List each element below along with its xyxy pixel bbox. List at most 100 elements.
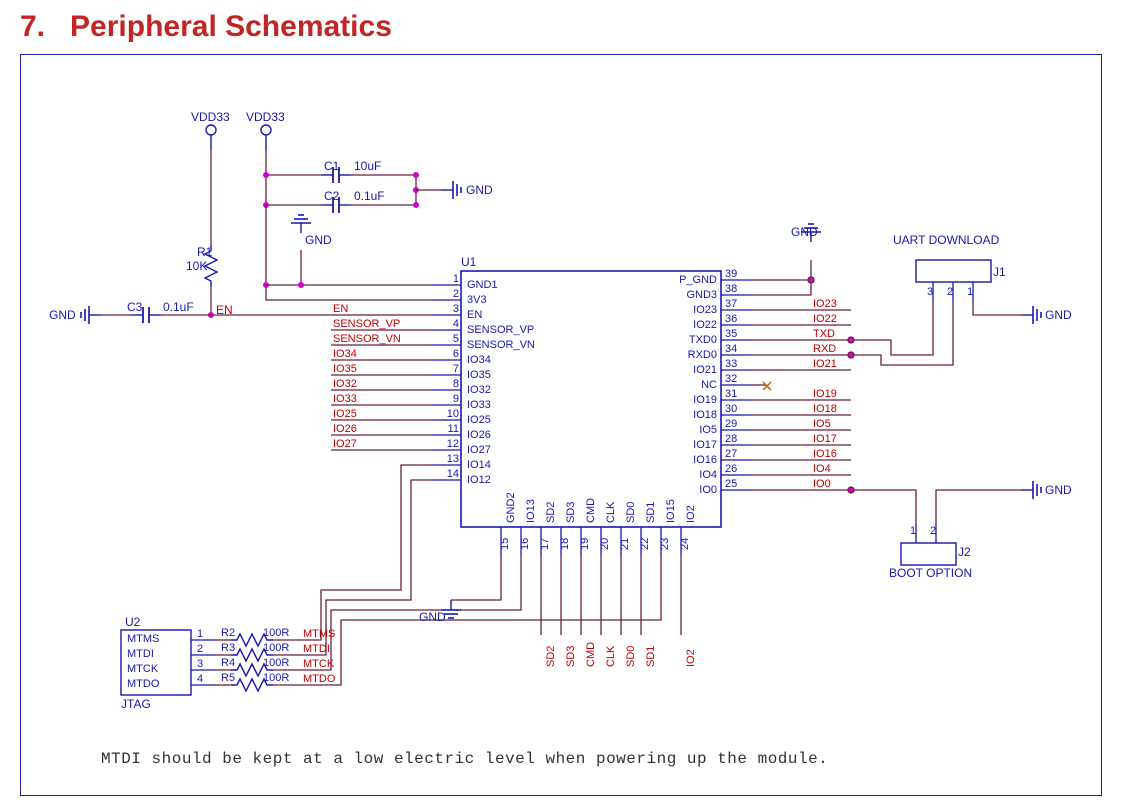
u1-pinname-33: IO21 xyxy=(641,364,717,376)
u1-net-10: IO25 xyxy=(333,408,357,420)
c3-ref: C3 xyxy=(127,300,142,314)
u2-label: JTAG xyxy=(121,697,151,711)
u1-pinnum-37: 37 xyxy=(725,298,749,310)
u1-pinnum-6: 6 xyxy=(439,348,459,360)
u1-net-20: CLK xyxy=(605,646,617,667)
u2-net-1: MTMS xyxy=(303,628,335,640)
u1-pinname-39: P_GND xyxy=(641,274,717,286)
u1-pinnum-16: 16 xyxy=(519,538,531,550)
gnd-chip-right: GND xyxy=(791,225,818,239)
u1-net-25: IO0 xyxy=(813,478,831,490)
u1-pinnum-1: 1 xyxy=(439,273,459,285)
u1-pinnum-9: 9 xyxy=(439,393,459,405)
u1-pinnum-26: 26 xyxy=(725,463,749,475)
u1-pinnum-35: 35 xyxy=(725,328,749,340)
u1-pinname-28: IO17 xyxy=(641,439,717,451)
en-net: EN xyxy=(216,303,233,317)
u1-pinname-36: IO22 xyxy=(641,319,717,331)
u1-pinnum-3: 3 xyxy=(439,303,459,315)
u1-pinname-11: IO26 xyxy=(467,429,491,441)
r1-ref: R1 xyxy=(197,245,209,259)
u1-pinname-23: IO15 xyxy=(665,499,677,523)
u2-pinnum-3: 3 xyxy=(197,658,203,670)
u1-net-3: EN xyxy=(333,303,348,315)
u1-net-18: SD3 xyxy=(565,646,577,667)
u1-pinname-27: IO16 xyxy=(641,454,717,466)
u1-pinnum-32: 32 xyxy=(725,373,749,385)
u1-pinname-22: SD1 xyxy=(645,502,657,523)
uart-p2: 2 xyxy=(947,286,953,298)
u1-pinnum-33: 33 xyxy=(725,358,749,370)
u2-pinnum-2: 2 xyxy=(197,643,203,655)
u2-pinnum-4: 4 xyxy=(197,673,203,685)
u1-net-27: IO16 xyxy=(813,448,837,460)
u1-pinname-1: GND1 xyxy=(467,279,498,291)
u1-pinnum-36: 36 xyxy=(725,313,749,325)
uart-p3: 3 xyxy=(927,286,933,298)
u1-pinnum-10: 10 xyxy=(439,408,459,420)
u1-pinname-24: IO2 xyxy=(685,505,697,523)
c3-val: 0.1uF xyxy=(163,300,194,314)
u1-net-26: IO4 xyxy=(813,463,831,475)
u1-pinname-2: 3V3 xyxy=(467,294,487,306)
u1-pinnum-12: 12 xyxy=(439,438,459,450)
u1-net-28: IO17 xyxy=(813,433,837,445)
u1-net-22: SD1 xyxy=(645,646,657,667)
u2-pinname-2: MTDI xyxy=(127,648,154,660)
r3-ref: R3 xyxy=(221,642,235,654)
r1-val: 10K xyxy=(186,259,207,273)
u1-pinnum-13: 13 xyxy=(439,453,459,465)
c1-val: 10uF xyxy=(354,159,381,173)
u2-net-2: MTDI xyxy=(303,643,330,655)
u1-net-12: IO27 xyxy=(333,438,357,450)
u1-pinname-8: IO32 xyxy=(467,384,491,396)
u1-pinname-37: IO23 xyxy=(641,304,717,316)
u1-net-34: RXD xyxy=(813,343,836,355)
r2-ref: R2 xyxy=(221,627,235,639)
schematic-svg xyxy=(21,55,1101,795)
u1-pinnum-38: 38 xyxy=(725,283,749,295)
section-heading: 7. Peripheral Schematics xyxy=(20,10,1109,44)
gnd-boot: GND xyxy=(1045,483,1072,497)
r2-val: 100R xyxy=(263,627,289,639)
u1-net-4: SENSOR_VP xyxy=(333,318,400,330)
u1-pinname-21: SD0 xyxy=(625,502,637,523)
u1-pinnum-15: 15 xyxy=(499,538,511,550)
u1-pinnum-20: 20 xyxy=(599,538,611,550)
u1-net-36: IO22 xyxy=(813,313,837,325)
u1-net-5: SENSOR_VN xyxy=(333,333,401,345)
u1-pinname-3: EN xyxy=(467,309,482,321)
u1-pinname-35: TXD0 xyxy=(641,334,717,346)
u1-pinnum-28: 28 xyxy=(725,433,749,445)
u1-net-35: TXD xyxy=(813,328,835,340)
r5-val: 100R xyxy=(263,672,289,684)
u1-pinnum-31: 31 xyxy=(725,388,749,400)
boot-ref: J2 xyxy=(958,545,971,559)
u1-pinnum-11: 11 xyxy=(439,423,459,435)
u1-net-8: IO32 xyxy=(333,378,357,390)
u1-pinnum-7: 7 xyxy=(439,363,459,375)
r4-val: 100R xyxy=(263,657,289,669)
u1-pinname-31: IO19 xyxy=(641,394,717,406)
gnd-uart: GND xyxy=(1045,308,1072,322)
u1-pinnum-14: 14 xyxy=(439,468,459,480)
u1-pinname-20: CLK xyxy=(605,502,617,523)
u2-pinname-1: MTMS xyxy=(127,633,159,645)
boot-p2: 2 xyxy=(930,525,936,537)
u1-pinname-9: IO33 xyxy=(467,399,491,411)
boot-label: BOOT OPTION xyxy=(889,566,972,580)
u1-net-19: CMD xyxy=(585,642,597,667)
c2-val: 0.1uF xyxy=(354,189,385,203)
u1-pinnum-29: 29 xyxy=(725,418,749,430)
u1-pinname-17: SD2 xyxy=(545,502,557,523)
r5-ref: R5 xyxy=(221,672,235,684)
u2-net-3: MTCK xyxy=(303,658,334,670)
schematic-container: VDD33 VDD33 C1 10uF C2 0.1uF GND R1 10K … xyxy=(20,54,1102,796)
u2-pinnum-1: 1 xyxy=(197,628,203,640)
uart-ref: J1 xyxy=(993,265,1006,279)
u1-net-17: SD2 xyxy=(545,646,557,667)
u1-pinname-4: SENSOR_VP xyxy=(467,324,534,336)
u1-pinname-6: IO34 xyxy=(467,354,491,366)
gnd-top: GND xyxy=(305,233,332,247)
u1-pinname-19: CMD xyxy=(585,498,597,523)
